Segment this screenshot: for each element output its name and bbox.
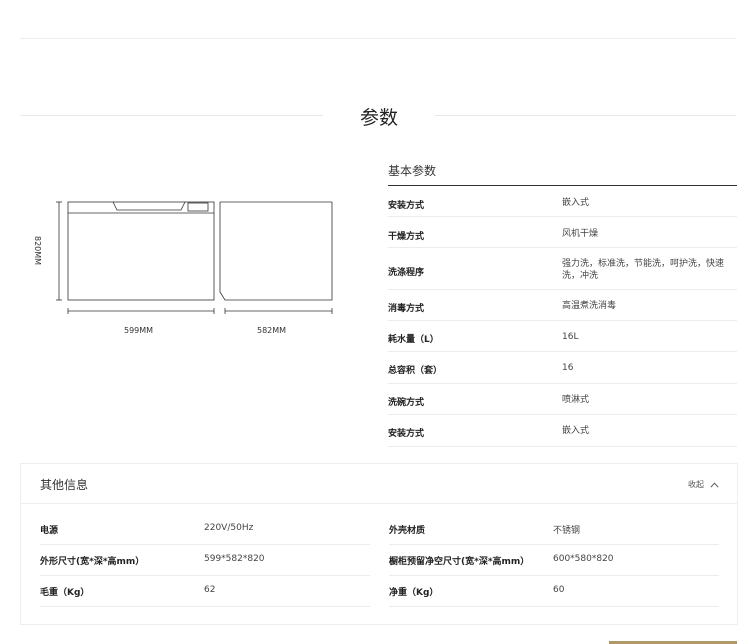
info-value: 220V/50Hz xyxy=(204,523,254,533)
table-row: 总容积（套） 16 xyxy=(388,352,737,384)
info-value: 不锈钢 xyxy=(553,526,581,536)
row-value: 风机干燥 xyxy=(562,229,599,239)
table-row: 耗水量（L） 16L xyxy=(388,321,737,352)
collapse-toggle-button[interactable]: 收起 xyxy=(688,479,719,490)
info-value: 600*580*820 xyxy=(553,554,614,564)
info-key: 外壳材质 xyxy=(389,526,426,536)
info-cell: 毛重（Kg） 62 xyxy=(40,575,370,607)
basic-params-table: 基本参数 安装方式 嵌入式 干燥方式 风机干燥 洗涤程序 强力洗，标准洗，节能洗… xyxy=(388,160,737,447)
info-value: 599*582*820 xyxy=(204,554,265,564)
section-title: 参数 xyxy=(0,103,750,129)
other-info-panel: 其他信息 收起 电源 220V/50Hz 外壳材质 不锈钢 外形尺寸(宽*深*高… xyxy=(20,463,738,625)
info-key: 电源 xyxy=(40,526,59,536)
row-value: 强力洗，标准洗，节能洗，呵护洗，快速洗，冲洗 xyxy=(562,259,725,281)
info-cell: 电源 220V/50Hz xyxy=(40,513,370,545)
info-cell: 外壳材质 不锈钢 xyxy=(389,513,719,545)
depth-dimension-label: 582MM xyxy=(257,326,287,335)
info-key: 外形尺寸(宽*深*高mm） xyxy=(40,557,145,567)
top-divider xyxy=(20,38,736,39)
row-key: 总容积（套） xyxy=(388,366,443,376)
section-title-text: 参数 xyxy=(359,107,398,129)
other-info-title: 其他信息 xyxy=(40,478,89,492)
info-cell: 外形尺寸(宽*深*高mm） 599*582*820 xyxy=(40,544,370,576)
other-info-header: 其他信息 收起 xyxy=(21,464,737,504)
row-key: 洗碗方式 xyxy=(388,398,425,408)
info-cell: 橱柜预留净空尺寸(宽*深*高mm） 600*580*820 xyxy=(389,544,719,576)
table-row: 干燥方式 风机干燥 xyxy=(388,217,737,248)
row-value: 嵌入式 xyxy=(562,198,590,208)
table-row: 安装方式 嵌入式 xyxy=(388,186,737,217)
height-dimension-label: 820MM xyxy=(33,236,42,266)
info-value: 60 xyxy=(553,585,565,595)
row-key: 消毒方式 xyxy=(388,304,425,314)
info-key: 橱柜预留净空尺寸(宽*深*高mm） xyxy=(389,557,530,567)
info-key: 毛重（Kg） xyxy=(40,588,90,598)
table-row: 安装方式 嵌入式 xyxy=(388,415,737,447)
row-key: 安装方式 xyxy=(388,201,425,211)
basic-params-header: 基本参数 xyxy=(388,160,737,186)
row-value: 高温煮洗消毒 xyxy=(562,301,617,311)
row-value: 喷淋式 xyxy=(562,395,590,405)
row-key: 耗水量（L） xyxy=(388,335,439,345)
product-outline-drawing xyxy=(56,201,333,314)
table-row: 洗碗方式 喷淋式 xyxy=(388,384,737,415)
table-row: 洗涤程序 强力洗，标准洗，节能洗，呵护洗，快速洗，冲洗 xyxy=(388,248,737,290)
row-key: 安装方式 xyxy=(388,429,425,439)
width-dimension-label: 599MM xyxy=(124,326,154,335)
info-value: 62 xyxy=(204,585,216,595)
collapse-toggle-label: 收起 xyxy=(688,480,704,489)
title-divider-right xyxy=(435,115,736,116)
title-divider-left xyxy=(20,115,323,116)
row-key: 干燥方式 xyxy=(388,232,425,242)
row-value: 16L xyxy=(562,332,579,342)
row-value: 嵌入式 xyxy=(562,426,590,436)
row-value: 16 xyxy=(562,363,574,373)
table-row: 消毒方式 高温煮洗消毒 xyxy=(388,290,737,321)
dimension-drawing: 820MM 599MM 582MM xyxy=(28,196,338,346)
row-key: 洗涤程序 xyxy=(388,268,425,278)
info-key: 净重（Kg） xyxy=(389,588,439,598)
info-cell: 净重（Kg） 60 xyxy=(389,575,719,607)
chevron-up-icon xyxy=(710,481,719,488)
